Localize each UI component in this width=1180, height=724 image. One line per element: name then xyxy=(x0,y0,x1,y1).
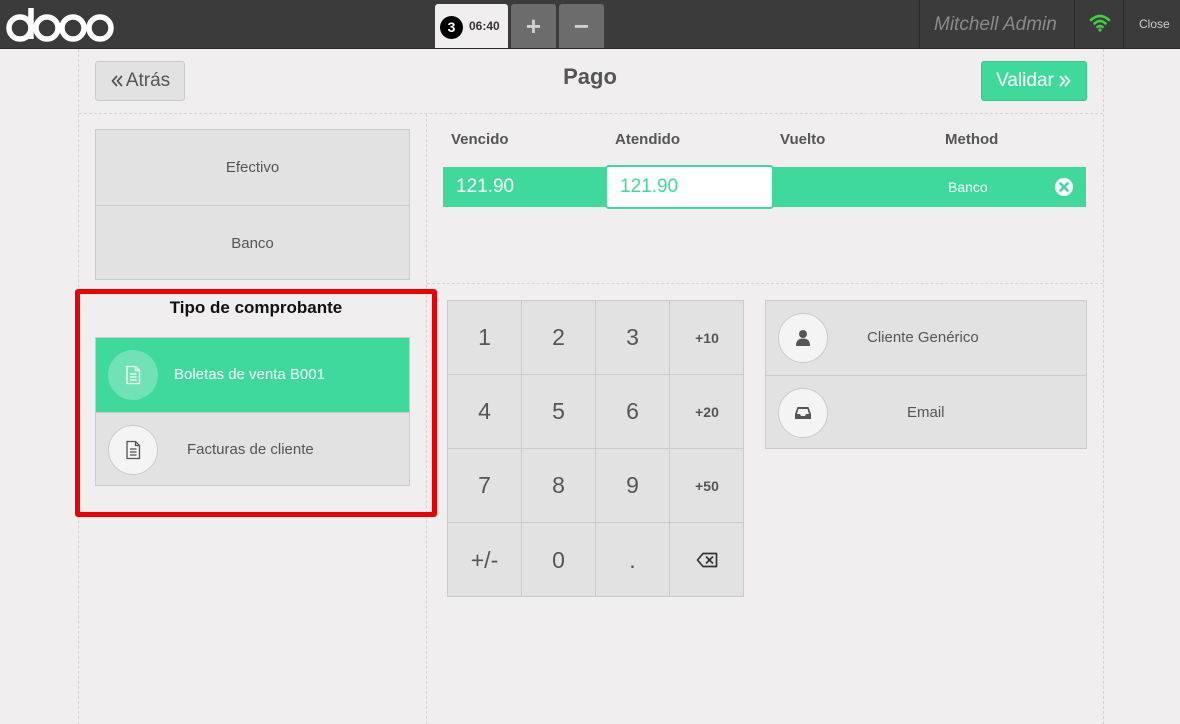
double-chevron-right-icon xyxy=(1059,75,1071,87)
voucher-item-facturas[interactable]: Facturas de cliente xyxy=(96,412,409,486)
voucher-type-list: Boletas de venta B001 Facturas de client… xyxy=(95,337,410,486)
payment-method-banco[interactable]: Banco xyxy=(96,205,409,280)
close-button[interactable]: Close xyxy=(1139,17,1170,31)
order-number-badge: 3 xyxy=(440,16,463,39)
column-header-method: Method xyxy=(945,131,999,148)
payment-method-efectivo[interactable]: Efectivo xyxy=(96,130,409,205)
numpad-key-plus10[interactable]: +10 xyxy=(670,301,744,375)
numpad-key-3[interactable]: 3 xyxy=(596,301,670,375)
validate-button[interactable]: Validar xyxy=(981,61,1087,101)
topbar-divider xyxy=(1074,0,1075,49)
divider xyxy=(427,283,1103,284)
numpad-key-2[interactable]: 2 xyxy=(522,301,596,375)
customer-button[interactable]: Cliente Genérico xyxy=(766,301,1086,375)
back-button[interactable]: Atrás xyxy=(95,61,185,101)
paymentline-due: 121.90 xyxy=(456,176,515,197)
top-bar: 3 06:40 + − Mitchell Admin Close xyxy=(0,0,1180,49)
order-time: 06:40 xyxy=(469,19,500,33)
numpad-key-7[interactable]: 7 xyxy=(448,449,522,523)
numpad-key-backspace[interactable] xyxy=(670,523,744,597)
odoo-logo xyxy=(6,8,114,42)
topbar-divider xyxy=(919,0,920,49)
order-tab[interactable]: 3 06:40 xyxy=(435,4,508,48)
paymentline-method: Banco xyxy=(948,179,988,195)
payment-methods-list: Efectivo Banco xyxy=(95,129,410,280)
user-name[interactable]: Mitchell Admin xyxy=(934,14,1057,36)
backspace-icon xyxy=(696,552,718,568)
numpad: 1 2 3 +10 4 5 6 +20 7 8 9 +50 +/- 0 . xyxy=(447,300,744,597)
column-header-tendered: Atendido xyxy=(615,131,680,148)
paymentline-tendered-input[interactable]: 121.90 xyxy=(605,165,774,209)
numpad-key-4[interactable]: 4 xyxy=(448,375,522,449)
email-label: Email xyxy=(907,404,945,421)
numpad-key-8[interactable]: 8 xyxy=(522,449,596,523)
column-header-due: Vencido xyxy=(451,131,509,148)
column-header-change: Vuelto xyxy=(780,131,826,148)
delete-paymentline-icon[interactable] xyxy=(1054,177,1074,197)
numpad-key-plus50[interactable]: +50 xyxy=(670,449,744,523)
voucher-item-boletas[interactable]: Boletas de venta B001 xyxy=(96,338,409,412)
user-icon xyxy=(778,313,828,363)
remove-order-button[interactable]: − xyxy=(559,4,604,48)
numpad-key-0[interactable]: 0 xyxy=(522,523,596,597)
voucher-label: Facturas de cliente xyxy=(187,441,314,458)
back-label: Atrás xyxy=(125,70,171,91)
customer-label: Cliente Genérico xyxy=(867,329,979,346)
topbar-divider xyxy=(1123,0,1124,49)
wifi-icon[interactable] xyxy=(1089,14,1111,32)
paymentline-row[interactable]: 121.90 121.90 Banco xyxy=(443,165,1086,209)
voucher-label: Boletas de venta B001 xyxy=(174,366,325,383)
numpad-key-6[interactable]: 6 xyxy=(596,375,670,449)
numpad-key-plus-minus[interactable]: +/- xyxy=(448,523,522,597)
validate-label: Validar xyxy=(996,70,1054,91)
email-button[interactable]: Email xyxy=(766,375,1086,449)
numpad-key-plus20[interactable]: +20 xyxy=(670,375,744,449)
double-chevron-left-icon xyxy=(111,75,123,87)
page-title: Pago xyxy=(563,64,617,89)
inbox-icon xyxy=(778,388,828,438)
numpad-key-9[interactable]: 9 xyxy=(596,449,670,523)
payment-extras: Cliente Genérico Email xyxy=(765,300,1087,449)
add-order-button[interactable]: + xyxy=(511,4,556,48)
numpad-key-1[interactable]: 1 xyxy=(448,301,522,375)
voucher-type-title: Tipo de comprobante xyxy=(169,298,343,317)
numpad-key-decimal[interactable]: . xyxy=(596,523,670,597)
document-icon xyxy=(108,350,158,400)
numpad-key-5[interactable]: 5 xyxy=(522,375,596,449)
document-icon xyxy=(108,425,158,475)
divider xyxy=(79,113,1103,114)
